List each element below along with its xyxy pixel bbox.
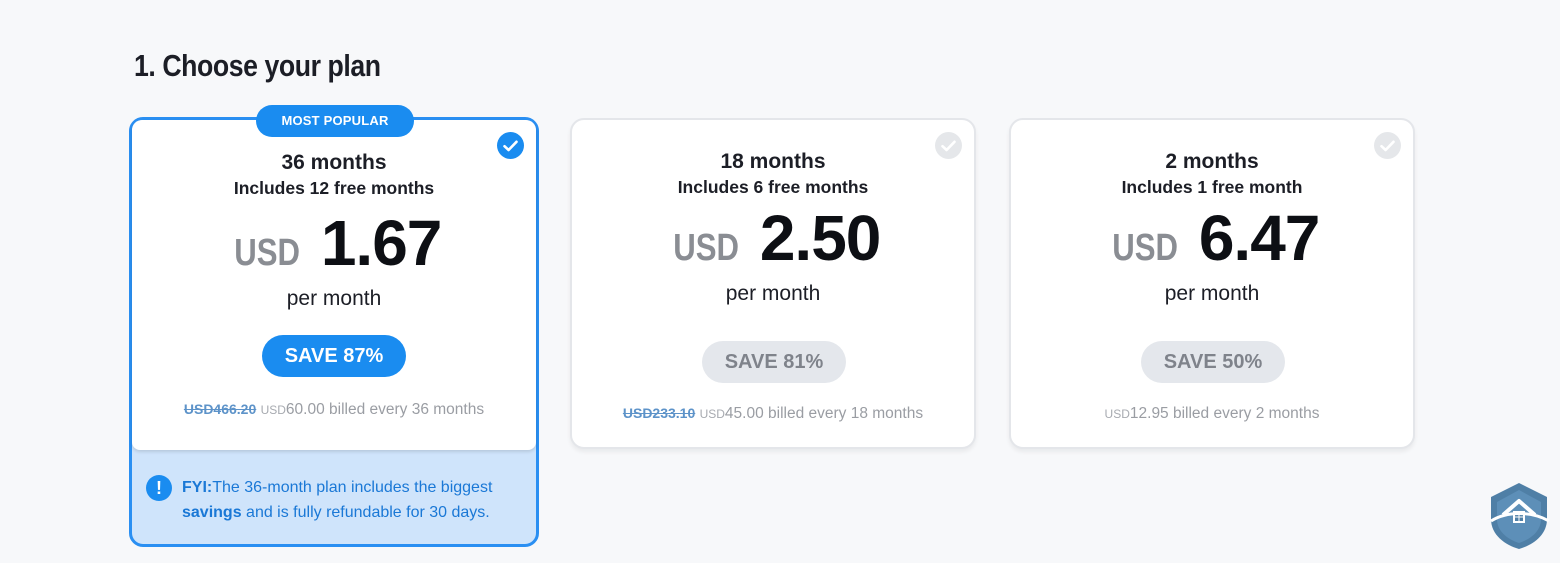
plan-card[interactable]: MOST POPULAR 36 months Includes 12 free … [132, 105, 536, 450]
billing-summary: USD233.10 USD45.00 billed every 18 month… [572, 405, 974, 423]
billed-amount: 60.00 billed every 36 months [285, 401, 485, 418]
page-title: 1. Choose your plan [134, 48, 381, 83]
plan-term: 36 months [281, 151, 387, 174]
plan-free-months: Includes 1 free month [1121, 177, 1303, 197]
fyi-text-part-2: and is fully refundable for 30 days. [241, 504, 490, 521]
price-period: per month [286, 287, 382, 310]
original-price: USD233.10 [622, 405, 696, 421]
fyi-text: FYI:The 36-month plan includes the bigge… [182, 475, 492, 525]
billing-summary: USD12.95 billed every 2 months [1011, 405, 1413, 423]
exclamation-icon: ! [146, 475, 172, 501]
price-currency: USD [1111, 227, 1178, 269]
fyi-bold-savings: savings [182, 504, 242, 521]
savings-badge: SAVE 87% [262, 335, 406, 377]
plan-option-2-months[interactable]: 2 months Includes 1 free month USD 6.47 … [1009, 118, 1415, 449]
price-period: per month [1164, 282, 1260, 305]
billed-currency: USD [260, 403, 286, 417]
price-currency: USD [672, 227, 739, 269]
plan-free-months: Includes 12 free months [233, 178, 435, 198]
price-period: per month [725, 282, 821, 305]
plan-selection-page: 1. Choose your plan MOST POPULAR 36 mont… [0, 0, 1560, 563]
billed-amount: 12.95 billed every 2 months [1129, 405, 1320, 422]
price-currency: USD [233, 232, 300, 274]
plan-term: 2 months [1165, 150, 1259, 173]
plan-card[interactable]: 18 months Includes 6 free months USD 2.5… [572, 120, 974, 447]
plan-price: USD 2.50 [572, 201, 974, 275]
plan-term: 18 months [720, 150, 826, 173]
most-popular-badge: MOST POPULAR [256, 105, 414, 137]
price-amount: 1.67 [320, 207, 443, 279]
plan-card[interactable]: 2 months Includes 1 free month USD 6.47 … [1011, 120, 1413, 447]
price-amount: 2.50 [759, 202, 882, 274]
billed-currency: USD [1104, 407, 1130, 421]
fyi-label: FYI: [182, 479, 213, 496]
plan-option-36-months[interactable]: MOST POPULAR 36 months Includes 12 free … [129, 105, 539, 547]
plan-free-months: Includes 6 free months [677, 177, 869, 197]
billed-amount: 45.00 billed every 18 months [724, 405, 924, 422]
plan-price: USD 1.67 [132, 206, 536, 280]
plan-option-18-months[interactable]: 18 months Includes 6 free months USD 2.5… [570, 118, 976, 449]
fyi-note: ! FYI:The 36-month plan includes the big… [146, 475, 521, 525]
price-amount: 6.47 [1198, 202, 1321, 274]
billing-summary: USD466.20 USD60.00 billed every 36 month… [132, 401, 536, 419]
savings-badge: SAVE 81% [702, 341, 846, 383]
savings-badge: SAVE 50% [1141, 341, 1285, 383]
home-shield-logo [1487, 481, 1551, 551]
billed-currency: USD [699, 407, 725, 421]
plan-price: USD 6.47 [1011, 201, 1413, 275]
fyi-text-part-1: The 36-month plan includes the biggest [212, 479, 493, 496]
original-price: USD466.20 [183, 401, 257, 417]
